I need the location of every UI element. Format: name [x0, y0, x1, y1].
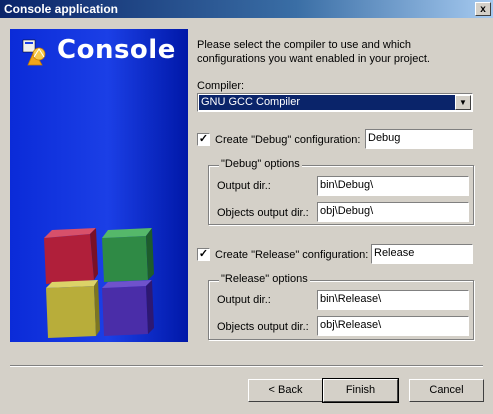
release-options-title: "Release" options	[219, 273, 310, 285]
release-output-label: Output dir.:	[217, 294, 271, 306]
cubes-illustration	[44, 228, 154, 338]
debug-name-input[interactable]: Debug	[365, 129, 473, 149]
release-checkbox-label: Create "Release" configuration:	[215, 249, 369, 261]
codeblocks-logo-icon	[22, 39, 46, 66]
debug-checkbox[interactable]: ✓	[197, 133, 210, 146]
chevron-down-icon[interactable]: ▼	[455, 95, 471, 110]
debug-output-label: Output dir.:	[217, 180, 271, 192]
banner-title: Console	[57, 35, 176, 65]
debug-options-title: "Debug" options	[219, 158, 302, 170]
debug-output-input[interactable]: bin\Debug\	[317, 176, 469, 196]
compiler-select[interactable]: GNU GCC Compiler ▼	[197, 93, 473, 112]
finish-button[interactable]: Finish	[322, 378, 399, 403]
compiler-label: Compiler:	[197, 80, 245, 92]
release-objects-label: Objects output dir.:	[217, 321, 309, 333]
release-output-input[interactable]: bin\Release\	[317, 290, 469, 310]
close-button[interactable]: x	[475, 2, 491, 16]
debug-objects-input[interactable]: obj\Debug\	[317, 202, 469, 222]
release-checkbox[interactable]: ✓	[197, 248, 210, 261]
separator	[10, 365, 483, 367]
close-icon: x	[480, 4, 486, 15]
cancel-button[interactable]: Cancel	[409, 379, 484, 402]
window-title: Console application	[4, 2, 119, 16]
debug-objects-label: Objects output dir.:	[217, 207, 309, 219]
compiler-selected-value: GNU GCC Compiler	[199, 95, 455, 110]
release-objects-input[interactable]: obj\Release\	[317, 316, 469, 336]
title-bar: Console application x	[0, 0, 493, 18]
back-button[interactable]: < Back	[248, 379, 323, 402]
release-name-input[interactable]: Release	[371, 244, 473, 264]
intro-text: Please select the compiler to use and wh…	[197, 39, 430, 65]
debug-checkbox-label: Create "Debug" configuration:	[215, 134, 361, 146]
wizard-banner: Console	[10, 29, 188, 342]
